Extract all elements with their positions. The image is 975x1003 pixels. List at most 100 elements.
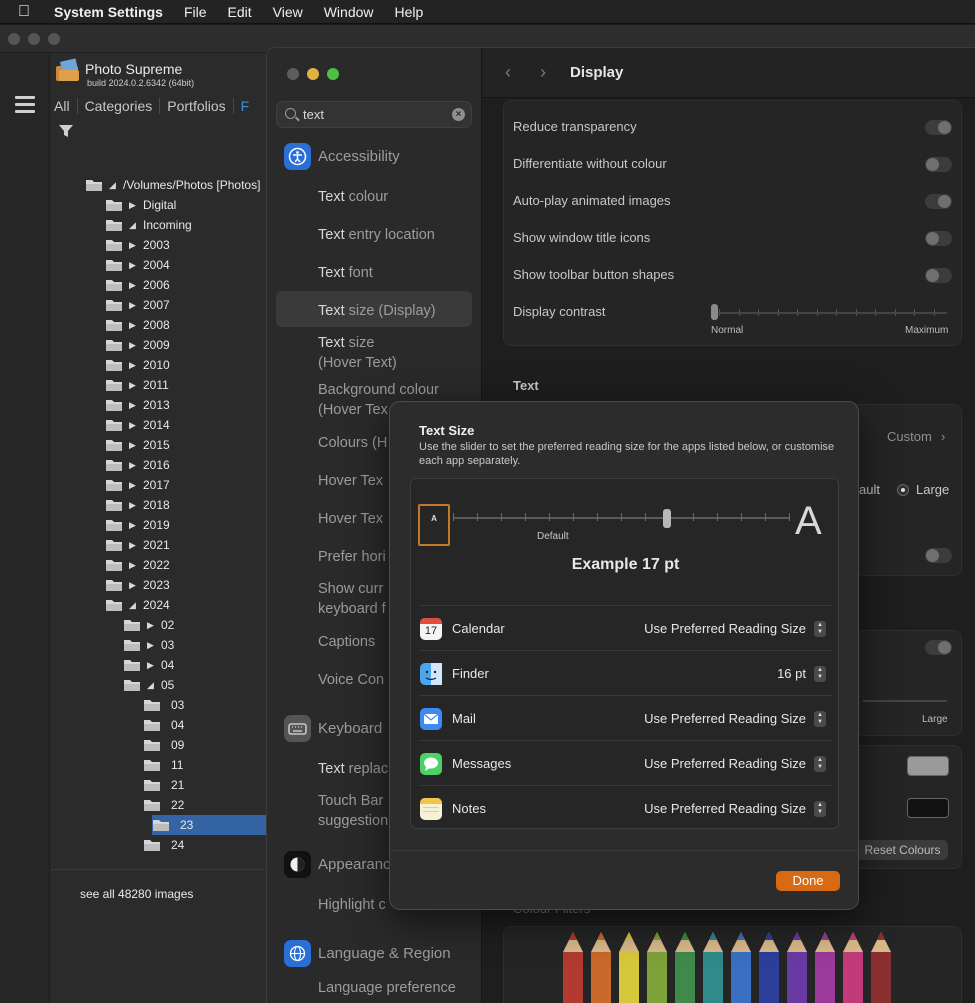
folder-tree-item[interactable]: ▶ 2013 (51, 395, 170, 415)
folder-tree-item[interactable]: ▶ 2017 (51, 475, 170, 495)
hamburger-icon[interactable] (15, 96, 35, 117)
minimize-icon[interactable] (28, 33, 40, 45)
folder-tree-item[interactable]: ▶ 2023 (51, 575, 170, 595)
sidebar-result-item[interactable]: Text size (Display) (318, 301, 436, 321)
folder-tree-item[interactable]: 11 (51, 755, 183, 775)
sidebar-result-item[interactable]: keyboard f (318, 599, 386, 619)
menu-help[interactable]: Help (395, 4, 424, 20)
zoom-icon[interactable] (48, 33, 60, 45)
collapsed-arrow-icon[interactable]: ▶ (129, 520, 143, 531)
see-all-images-link[interactable]: see all 48280 images (80, 887, 193, 901)
text-size-custom-value[interactable]: Custom (887, 429, 932, 444)
collapsed-arrow-icon[interactable]: ▶ (129, 440, 143, 451)
forward-button[interactable]: › (540, 62, 546, 83)
contrast-slider-track[interactable] (711, 312, 947, 314)
folder-tree-item[interactable]: 03 (51, 695, 184, 715)
folder-tree-item[interactable]: ▶ 2004 (51, 255, 170, 275)
close-icon[interactable] (287, 68, 299, 80)
folder-tree-item[interactable]: ▶ 2003 (51, 235, 170, 255)
folder-tree-item[interactable]: ▶ 2018 (51, 495, 170, 515)
sidebar-language-region[interactable]: Language & Region (318, 945, 451, 962)
collapsed-arrow-icon[interactable]: ▶ (147, 620, 161, 631)
collapsed-arrow-icon[interactable]: ▶ (129, 400, 143, 411)
sidebar-result-item[interactable]: suggestion (318, 811, 388, 831)
folder-tree-item[interactable]: ▶ 03 (51, 635, 174, 655)
apple-icon[interactable]:  (18, 3, 38, 21)
folder-tree-item[interactable]: 23 (152, 815, 266, 835)
collapsed-arrow-icon[interactable]: ▶ (129, 480, 143, 491)
pointer-fill-colour-swatch[interactable] (907, 798, 949, 818)
text-size-slider-knob[interactable] (663, 509, 671, 528)
back-button[interactable]: ‹ (505, 62, 511, 83)
sidebar-result-item[interactable]: Hover Tex (318, 509, 383, 529)
search-field[interactable]: text × (276, 101, 472, 128)
menu-app-name[interactable]: System Settings (54, 4, 163, 20)
app-size-popup[interactable]: Use Preferred Reading Size (644, 621, 806, 636)
collapsed-arrow-icon[interactable]: ▶ (129, 260, 143, 271)
reset-colours-button[interactable]: Reset Colours (857, 840, 948, 860)
folder-tree-item[interactable]: ▶ 2011 (51, 375, 169, 395)
folder-tree-item[interactable]: ◢/Volumes/Photos [Photos] (51, 175, 260, 195)
expanded-arrow-icon[interactable]: ◢ (129, 600, 143, 611)
folder-tree-item[interactable]: ▶ 2016 (51, 455, 170, 475)
folder-tree-item[interactable]: ▶ 2015 (51, 435, 170, 455)
collapsed-arrow-icon[interactable]: ▶ (129, 580, 143, 591)
collapsed-arrow-icon[interactable]: ▶ (129, 240, 143, 251)
close-icon[interactable] (8, 33, 20, 45)
sidebar-result-item[interactable]: Text font (318, 263, 373, 283)
folder-tree-item[interactable]: ▶ 2006 (51, 275, 170, 295)
sidebar-result-item[interactable]: Hover Tex (318, 471, 383, 491)
folder-tree-item[interactable]: 24 (51, 835, 184, 855)
folder-tree-item[interactable]: 21 (51, 775, 184, 795)
folder-tree-item[interactable]: ▶ Digital (51, 195, 176, 215)
sidebar-appearance[interactable]: Appearanc (318, 856, 391, 873)
folder-tree-item[interactable]: 09 (51, 735, 184, 755)
sidebar-result-item[interactable]: Show curr (318, 579, 383, 599)
up-down-chevron-icon[interactable]: ▲ ▼ (814, 756, 826, 772)
text-toggle[interactable] (925, 548, 952, 563)
folder-tree-item[interactable]: ▶ 04 (51, 655, 174, 675)
folder-tree-item[interactable]: ▶ 2022 (51, 555, 170, 575)
folder-tree-item[interactable]: ▶ 2019 (51, 515, 170, 535)
collapsed-arrow-icon[interactable]: ▶ (129, 200, 143, 211)
collapsed-arrow-icon[interactable]: ▶ (129, 340, 143, 351)
sidebar-result-item[interactable]: (Hover Text) (318, 353, 397, 373)
folder-tree-item[interactable]: ◢ 2024 (51, 595, 170, 615)
folder-tree-item[interactable]: ▶ 2010 (51, 355, 170, 375)
done-button[interactable]: Done (776, 871, 840, 891)
pointer-size-slider[interactable] (863, 700, 947, 702)
expanded-arrow-icon[interactable]: ◢ (147, 680, 161, 691)
display-option-toggle[interactable] (925, 157, 952, 172)
menu-window[interactable]: Window (324, 4, 374, 20)
up-down-chevron-icon[interactable]: ▲ ▼ (814, 666, 826, 682)
collapsed-arrow-icon[interactable]: ▶ (129, 540, 143, 551)
search-input[interactable]: text (303, 107, 324, 122)
collapsed-arrow-icon[interactable]: ▶ (147, 660, 161, 671)
display-option-toggle[interactable] (925, 231, 952, 246)
folder-tree-item[interactable]: ▶ 2021 (51, 535, 170, 555)
collapsed-arrow-icon[interactable]: ▶ (129, 460, 143, 471)
sidebar-result-item[interactable]: Colours (H (318, 433, 387, 453)
sidebar-result-item[interactable]: Background colour (318, 380, 439, 400)
menu-edit[interactable]: Edit (228, 4, 252, 20)
display-option-toggle[interactable] (925, 120, 952, 135)
sidebar-result-item[interactable]: Text replac (318, 759, 388, 779)
up-down-chevron-icon[interactable]: ▲ ▼ (814, 711, 826, 727)
pointer-outline-colour-swatch[interactable] (907, 756, 949, 776)
tab-folders[interactable]: F (232, 98, 257, 114)
app-size-popup[interactable]: Use Preferred Reading Size (644, 711, 806, 726)
sidebar-result-item[interactable]: Language preference (318, 978, 456, 998)
sidebar-accessibility[interactable]: Accessibility (318, 148, 400, 165)
collapsed-arrow-icon[interactable]: ▶ (129, 320, 143, 331)
collapsed-arrow-icon[interactable]: ▶ (129, 380, 143, 391)
collapsed-arrow-icon[interactable]: ▶ (129, 500, 143, 511)
collapsed-arrow-icon[interactable]: ▶ (129, 420, 143, 431)
collapsed-arrow-icon[interactable]: ▶ (129, 360, 143, 371)
folder-tree-item[interactable]: ▶ 2008 (51, 315, 170, 335)
sidebar-result-item[interactable]: Captions (318, 632, 375, 652)
app-size-popup[interactable]: Use Preferred Reading Size (644, 801, 806, 816)
sidebar-keyboard[interactable]: Keyboard (318, 720, 382, 737)
collapsed-arrow-icon[interactable]: ▶ (147, 640, 161, 651)
folder-tree-item[interactable]: ▶ 02 (51, 615, 174, 635)
sidebar-result-item[interactable]: Highlight c (318, 895, 386, 915)
